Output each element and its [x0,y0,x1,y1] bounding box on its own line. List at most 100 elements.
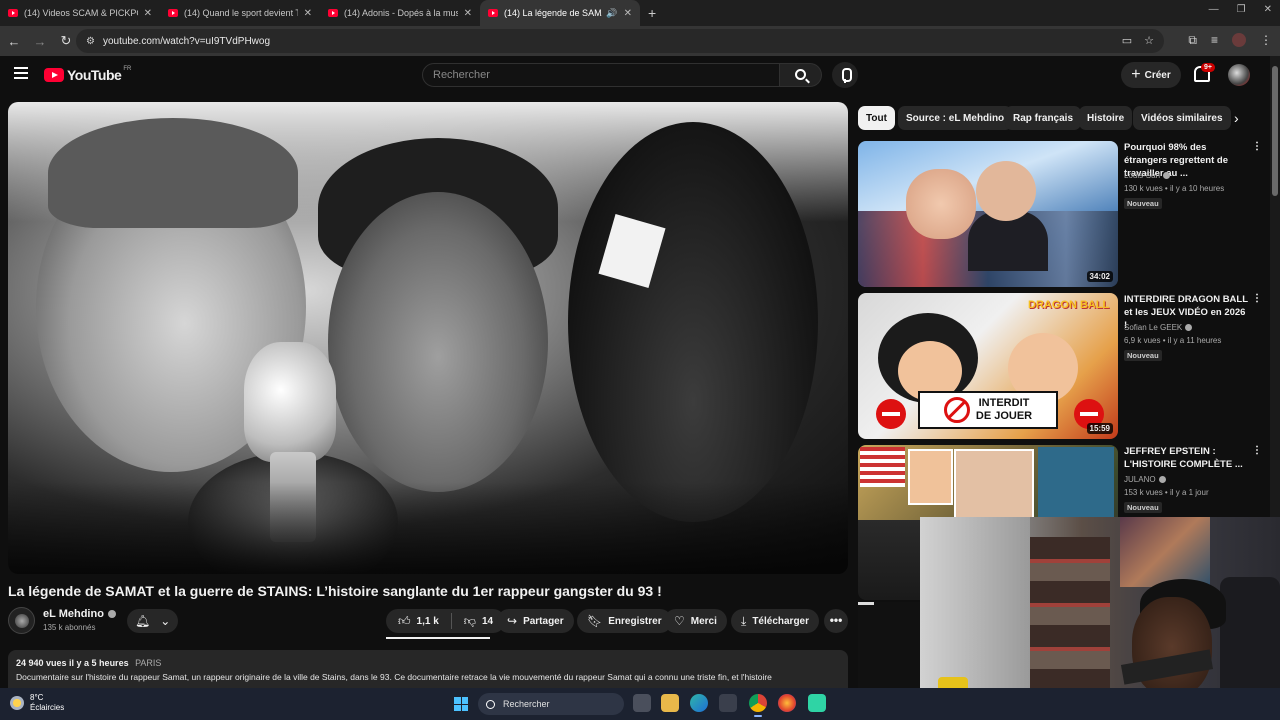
description-box[interactable]: 24 940 vues il y a 5 heures PARIS Docume… [8,650,848,690]
subscriber-count: 135 k abonnés [43,623,96,632]
file-explorer-icon[interactable] [661,694,679,712]
extensions-icon[interactable]: ⧉ [1188,33,1197,48]
chip-source[interactable]: Source : eL Mehdino [898,106,1013,130]
reload-icon[interactable]: ↻ [54,33,78,49]
browser-tab-active[interactable]: (14) La légende de SAMAT 🔊 ✕ [480,0,640,26]
new-badge: Nouveau [1124,350,1162,361]
like-icon[interactable]: 👍︎ [398,614,411,629]
recommended-channel[interactable]: Sofian Le GEEK [1124,323,1193,332]
dislike-count[interactable]: 14 [482,616,493,627]
subscribed-bell-button[interactable]: 🔔︎ ⌄ [127,609,179,633]
chip-similar[interactable]: Vidéos similaires [1133,106,1231,130]
new-tab-icon[interactable]: + [648,5,656,21]
close-window-icon[interactable]: ✕ [1264,4,1272,15]
search-input[interactable]: Rechercher [422,63,780,87]
close-tab-icon[interactable]: ✕ [144,8,152,19]
youtube-favicon-icon [328,9,338,17]
recommended-video[interactable]: 34:02 Pourquoi 98% des étrangers regrett… [858,141,1264,287]
download-button[interactable]: ⤓ Télécharger [731,609,820,633]
location-tag[interactable]: PARIS [135,658,161,668]
more-options-icon[interactable]: ⋮ [1252,141,1262,152]
weather-condition: Éclaircies [30,703,65,712]
thanks-button[interactable]: ♡ Merci [664,609,727,633]
chip-rap[interactable]: Rap français [1005,106,1082,130]
banned-banner: INTERDIT DE JOUER [918,391,1058,429]
thumbnail-portrait [954,449,1034,519]
save-button[interactable]: 🔖︎ Enregistrer [577,609,672,633]
verified-icon [107,610,116,618]
close-tab-icon[interactable]: ✕ [304,8,312,19]
chevron-right-icon[interactable]: › [1234,110,1239,126]
notification-badge: 9+ [1201,63,1215,72]
chip-history[interactable]: Histoire [1079,106,1133,130]
video-player[interactable] [8,102,848,574]
more-actions-button[interactable]: ••• [824,609,848,633]
thumbnail-portrait [908,449,953,505]
browser-menu-icon[interactable]: ⋮ [1260,33,1272,48]
chrome-icon[interactable] [749,694,767,717]
restore-icon[interactable]: ❐ [1237,4,1246,15]
dragon-ball-logo: DRAGON BALL [1028,299,1110,311]
browser-tab[interactable]: (14) Quand le sport devient TO ✕ [160,0,320,26]
close-tab-icon[interactable]: ✕ [464,8,472,19]
chip-all[interactable]: Tout [858,106,895,130]
task-view-icon[interactable] [633,694,651,712]
recommended-thumbnail-partial[interactable] [858,602,920,688]
recommended-title[interactable]: JEFFREY EPSTEIN : L'HISTOIRE COMPLÈTE ..… [1124,445,1250,471]
browser-tab[interactable]: (14) Adonis - Dopés à la muscu ✕ [320,0,480,26]
window-controls: — ❐ ✕ [1209,4,1272,15]
bookmark-icon: 🔖︎ [587,614,603,628]
forward-arrow-icon[interactable]: → [28,34,52,49]
youtube-favicon-icon [8,9,18,17]
weather-widget[interactable]: 8°C Éclaircies [10,693,64,713]
banned-text-line: DE JOUER [975,410,1033,422]
account-avatar[interactable] [1228,64,1250,86]
minimize-icon[interactable]: — [1209,4,1219,15]
recommended-channel[interactable]: Louis-San [1124,171,1171,180]
youtube-play-icon [44,68,64,82]
bookmark-star-icon[interactable]: ☆ [1144,34,1154,47]
description-meta: 24 940 vues il y a 5 heures PARIS [16,658,840,668]
windows-start-icon[interactable] [454,697,468,711]
more-options-icon[interactable]: ⋮ [1252,445,1262,456]
chevron-down-icon: ⌄ [160,614,171,628]
profile-icon[interactable] [1232,33,1246,47]
close-tab-icon[interactable]: ✕ [624,8,632,19]
person-left-hair [48,118,298,228]
webcam-chair [1220,577,1280,697]
recommended-video[interactable]: DRAGON BALL INTERDIT DE JOUER 15:59 INTE… [858,293,1264,439]
like-count[interactable]: 1,1 k [417,616,439,627]
youtube-logo[interactable]: YouTube FR [44,66,131,83]
recommended-thumbnail-partial[interactable] [858,520,920,600]
video-thumbnail[interactable]: DRAGON BALL INTERDIT DE JOUER 15:59 [858,293,1118,439]
cast-icon[interactable]: ▭ [1122,34,1132,47]
media-controls-icon[interactable]: ≡ [1211,33,1218,48]
youtube-masthead: YouTube FR Rechercher + Créer 9+ [0,56,1270,94]
search-button[interactable] [780,63,822,87]
browser-tab[interactable]: (14) Videos SCAM & PICKPOCK ✕ [0,0,160,26]
verified-icon [1163,172,1171,179]
speaker-icon[interactable]: 🔊 [606,8,617,19]
back-arrow-icon[interactable]: ← [2,34,26,49]
share-button[interactable]: ↪ Partager [497,609,574,633]
firefox-icon[interactable] [778,694,796,712]
site-info-icon[interactable]: ⚙ [86,36,95,47]
discord-app-icon[interactable] [808,694,826,712]
super-thanks-icon: ♡ [674,614,685,628]
create-button[interactable]: + Créer [1121,62,1181,88]
recommended-channel[interactable]: JULANO [1124,475,1166,484]
menu-icon[interactable] [14,67,28,79]
dislike-icon[interactable]: 👎︎ [464,614,476,629]
channel-name[interactable]: eL Mehdino [43,608,116,620]
scrollbar-thumb[interactable] [1272,66,1278,196]
url-field[interactable]: ⚙ youtube.com/watch?v=uI9TVdPHwog ▭ ☆ [76,29,1164,53]
tab-title: (14) Videos SCAM & PICKPOCK [24,8,138,18]
taskbar-search[interactable]: Rechercher [478,693,624,715]
thumbnail-map [1038,447,1114,517]
video-thumbnail[interactable]: 34:02 [858,141,1118,287]
store-icon[interactable] [719,694,737,712]
edge-icon[interactable] [690,694,708,712]
voice-search-button[interactable] [832,62,858,88]
channel-avatar[interactable] [8,607,35,634]
more-options-icon[interactable]: ⋮ [1252,293,1262,304]
